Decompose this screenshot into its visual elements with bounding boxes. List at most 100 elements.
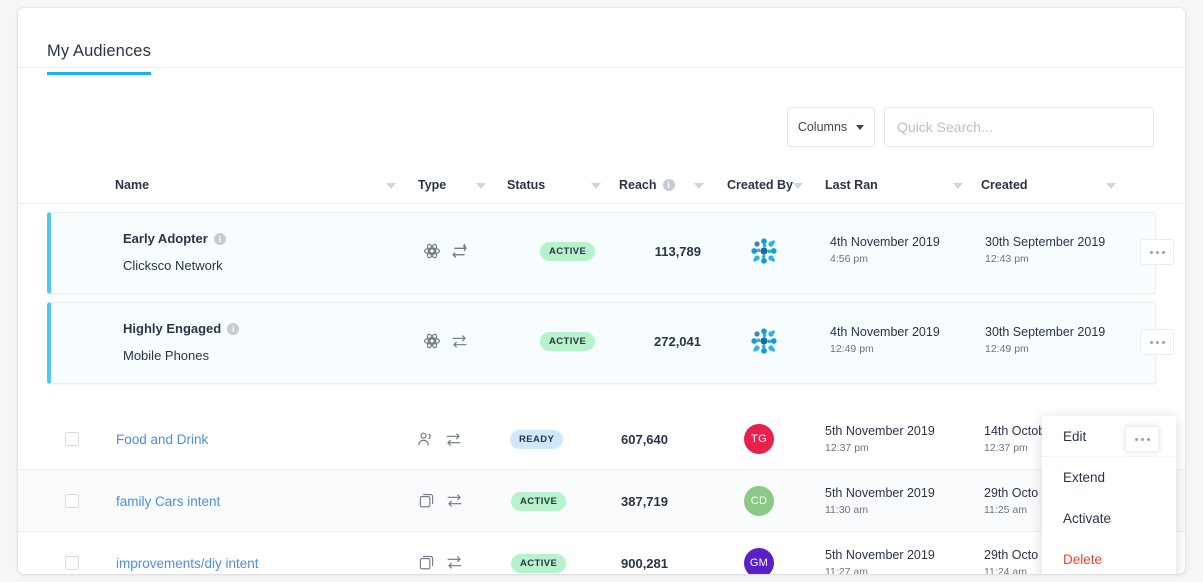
last-ran-date: 4th November 2019 <box>830 235 940 249</box>
sort-type-icon[interactable] <box>476 183 486 189</box>
status-badge: ACTIVE <box>511 492 567 511</box>
columns-button[interactable]: Columns <box>787 107 875 147</box>
columns-button-label: Columns <box>797 120 848 134</box>
column-header-status[interactable]: Status <box>507 178 545 192</box>
status-badge: ACTIVE <box>540 242 596 261</box>
audience-name-link[interactable]: Food and Drink <box>116 432 208 447</box>
row-actions-button[interactable] <box>1140 329 1174 355</box>
row-reach: 272,041 <box>654 334 701 349</box>
sort-last-ran-icon[interactable] <box>953 183 963 189</box>
row-status-cell: ACTIVE <box>511 491 567 511</box>
row-actions-button[interactable] <box>1140 239 1174 265</box>
row-created: 29th Octo 11:24 am <box>984 548 1038 574</box>
column-header-name[interactable]: Name <box>115 178 149 192</box>
search-box[interactable] <box>884 107 1154 147</box>
created-time: 11:24 am <box>984 566 1027 574</box>
row-created: 30th September 2019 12:43 pm <box>985 235 1105 265</box>
column-header-reach[interactable]: Reach i <box>619 178 675 192</box>
last-ran-date: 5th November 2019 <box>825 424 935 438</box>
row-reach: 113,789 <box>654 244 701 259</box>
created-date: 29th Octo <box>984 486 1039 500</box>
row-type-cell <box>418 553 464 572</box>
status-badge: ACTIVE <box>511 554 567 573</box>
info-icon[interactable]: i <box>662 179 675 191</box>
column-header-type[interactable]: Type <box>418 178 446 192</box>
row-last-ran: 5th November 2019 12:37 pm <box>825 424 935 454</box>
table-header-row: Name Type Status Reach i Created By Last … <box>18 168 1185 204</box>
last-ran-date: 5th November 2019 <box>825 486 935 500</box>
row-last-ran: 4th November 2019 4:56 pm <box>830 235 940 265</box>
sync-icon <box>452 334 467 348</box>
row-type-cell <box>416 429 463 449</box>
created-date: 30th September 2019 <box>985 235 1106 249</box>
users-icon <box>418 432 431 446</box>
status-badge: READY <box>510 430 564 449</box>
info-icon[interactable]: i <box>213 233 226 245</box>
menu-item-extend[interactable]: Extend <box>1042 457 1176 498</box>
row-status-cell: ACTIVE <box>540 331 596 351</box>
last-ran-time: 12:37 pm <box>825 442 869 454</box>
sort-reach-icon[interactable] <box>694 183 704 189</box>
row-created-by-avatar <box>747 324 781 358</box>
search-input[interactable] <box>897 119 1141 135</box>
row-status-cell: ACTIVE <box>511 553 567 573</box>
audience-name-link[interactable]: improvements/diy intent <box>116 556 259 571</box>
table-row[interactable]: improvements/diy intent ACTIVE 900,281 G… <box>18 532 1185 574</box>
table-toolbar: Columns <box>787 107 1154 147</box>
row-last-ran: 4th November 2019 12:49 pm <box>830 325 940 355</box>
last-ran-time: 11:27 am <box>825 566 868 574</box>
last-ran-date: 4th November 2019 <box>830 325 940 339</box>
menu-item-activate[interactable]: Activate <box>1042 498 1176 539</box>
table-row[interactable]: family Cars intent ACTIVE 387,719 CD 5th <box>18 470 1185 532</box>
audience-subtitle: Mobile Phones <box>123 348 209 363</box>
row-created: 29th Octo 11:25 am <box>984 486 1038 516</box>
row-select-checkbox[interactable] <box>65 556 79 570</box>
created-date: 29th Octo <box>984 548 1039 562</box>
sync-icon <box>447 494 462 507</box>
row-actions-button[interactable] <box>1125 426 1159 452</box>
avatar: TG <box>744 424 774 454</box>
atom-icon <box>423 243 441 259</box>
column-header-reach-label: Reach <box>619 178 657 192</box>
sync-icon <box>446 432 461 446</box>
row-last-ran: 5th November 2019 11:30 am <box>825 486 935 516</box>
column-header-created[interactable]: Created <box>981 178 1028 192</box>
row-name-block: Highly Engaged i Mobile Phones <box>123 321 240 363</box>
table-row[interactable]: Food and Drink READY 607,640 TG 5th Nove… <box>18 408 1185 470</box>
row-name-block: Early Adopter i Clicksco Network <box>123 231 226 273</box>
column-header-created-by[interactable]: Created By <box>727 178 793 192</box>
last-ran-date: 5th November 2019 <box>825 548 935 562</box>
column-header-last-ran[interactable]: Last Ran <box>825 178 878 192</box>
sort-created-icon[interactable] <box>1106 183 1116 189</box>
avatar-initials: TG <box>751 433 767 445</box>
sync-icon <box>447 556 462 569</box>
row-reach: 607,640 <box>621 432 668 447</box>
created-time: 12:43 pm <box>985 253 1029 265</box>
menu-item-delete[interactable]: Delete <box>1042 539 1176 574</box>
tab-bar: My Audiences <box>18 8 1185 75</box>
row-type-cell <box>422 331 469 351</box>
row-status-cell: READY <box>510 429 564 449</box>
avatar-initials: CD <box>750 495 768 507</box>
row-type-cell <box>418 491 464 510</box>
row-select-checkbox[interactable] <box>65 432 79 446</box>
audience-subtitle: Clicksco Network <box>123 258 223 273</box>
status-badge: ACTIVE <box>540 332 596 351</box>
audience-name-link[interactable]: family Cars intent <box>116 494 220 509</box>
tab-my-audiences[interactable]: My Audiences <box>47 42 151 75</box>
row-type-cell <box>422 241 469 261</box>
sort-created-by-icon[interactable] <box>793 183 803 189</box>
row-last-ran: 5th November 2019 11:27 am <box>825 548 935 574</box>
info-icon[interactable]: i <box>227 323 240 335</box>
atom-icon <box>423 333 441 349</box>
sort-status-icon[interactable] <box>591 183 601 189</box>
created-time: 12:49 pm <box>985 343 1029 355</box>
last-ran-time: 11:30 am <box>825 504 868 516</box>
table-row[interactable]: Early Adopter i Clicksco Network ACTIVE … <box>47 212 1174 294</box>
row-select-checkbox[interactable] <box>65 494 79 508</box>
table-row[interactable]: Highly Engaged i Mobile Phones ACTIVE 272… <box>47 302 1174 384</box>
sort-name-icon[interactable] <box>386 183 396 189</box>
dot-cluster-logo-icon <box>751 238 777 264</box>
row-reach: 900,281 <box>621 556 668 571</box>
audience-name: Highly Engaged i <box>123 321 240 336</box>
